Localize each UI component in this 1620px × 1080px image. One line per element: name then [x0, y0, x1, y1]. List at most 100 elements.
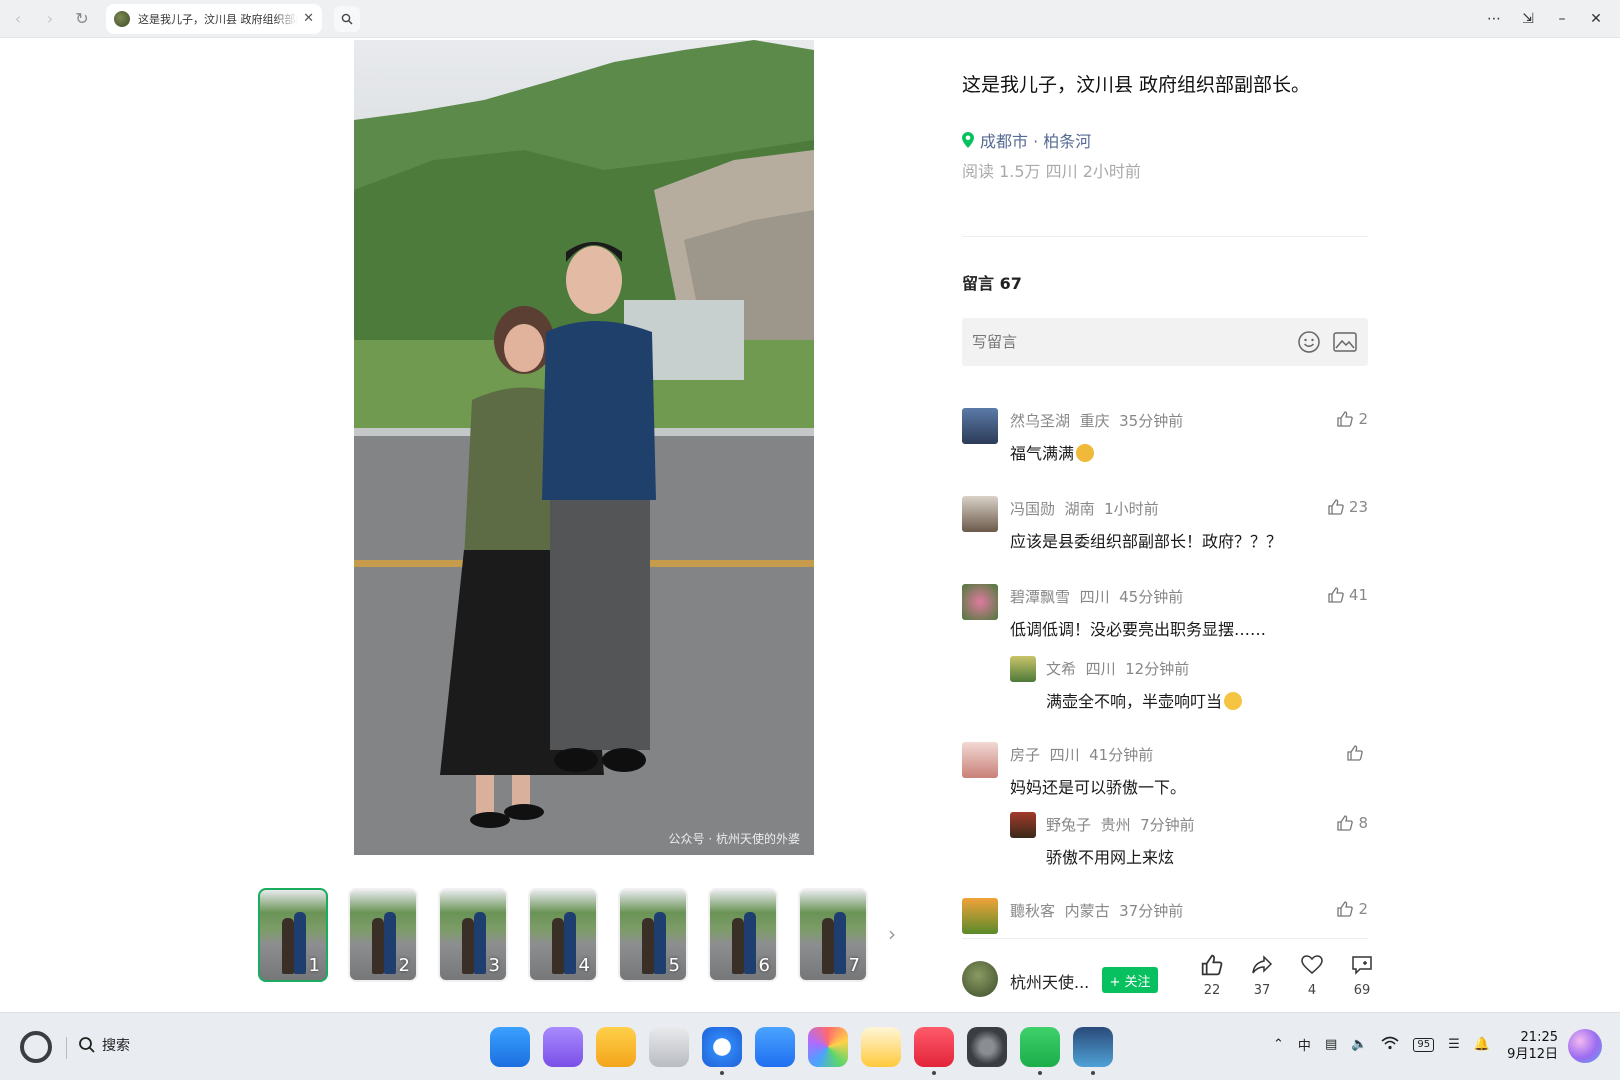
divider — [962, 236, 1368, 237]
multitask-icon[interactable] — [543, 1027, 583, 1067]
comment-text: 满壶全不响，半壶响叮当 — [1046, 688, 1243, 712]
browser-tab[interactable]: 这是我儿子，汶川县 政府组织部副部长。 ✕ — [106, 3, 322, 34]
recycle-bin-icon[interactable] — [649, 1027, 689, 1067]
post-title: 这是我儿子，汶川县 政府组织部副部长。 — [962, 74, 1311, 96]
browser-icon[interactable] — [702, 1027, 742, 1075]
app-launcher-icon[interactable] — [490, 1027, 530, 1067]
like-button[interactable] — [1346, 744, 1368, 762]
back-icon[interactable]: ‹ — [4, 5, 32, 33]
avatar[interactable] — [962, 408, 998, 444]
avatar[interactable] — [962, 496, 998, 532]
notes-icon[interactable] — [861, 1027, 901, 1067]
comment-reply: 文希 四川 12分钟前 满壶全不响，半壶响叮当 — [1010, 656, 1368, 736]
assistant-icon[interactable] — [1568, 1029, 1602, 1063]
like-article-button[interactable]: 22 — [1192, 953, 1232, 998]
volume-icon[interactable]: 🔈 — [1351, 1037, 1367, 1052]
photo-watermark: 公众号 · 杭州天使的外婆 — [668, 832, 800, 846]
praying-hands-emoji — [1076, 444, 1095, 462]
thumbnail[interactable]: 1 — [258, 888, 328, 982]
start-icon[interactable] — [20, 1031, 52, 1063]
comments-count: 留言 67 — [962, 274, 1022, 293]
emoji-icon[interactable] — [1296, 329, 1322, 355]
like-button[interactable]: 2 — [1336, 900, 1368, 918]
comment-reply: 野兔子 贵州 7分钟前 8 骄傲不用网上来炫 — [1010, 812, 1368, 892]
game-icon[interactable] — [1073, 1027, 1113, 1075]
author-avatar[interactable] — [962, 961, 998, 997]
forward-icon[interactable]: › — [36, 5, 64, 33]
comment-box[interactable] — [962, 318, 1368, 366]
thumbnail[interactable]: 3 — [438, 888, 508, 982]
ime-indicator[interactable]: 中 — [1298, 1035, 1311, 1054]
mail-icon[interactable] — [755, 1027, 795, 1067]
clock-date: 9月12日 — [1507, 1047, 1558, 1062]
thumb-up-icon — [1337, 815, 1354, 831]
wifi-icon[interactable] — [1381, 1036, 1399, 1054]
avatar[interactable] — [962, 898, 998, 934]
avatar[interactable] — [962, 584, 998, 620]
comment-text: 妈妈还是可以骄傲一下。 — [1010, 778, 1187, 797]
image-icon[interactable] — [1332, 329, 1358, 355]
thumbnail[interactable]: 7 — [798, 888, 868, 982]
thumb-up-icon — [1337, 411, 1354, 427]
clock[interactable]: 21:25 9月12日 — [1507, 1029, 1558, 1063]
close-window-icon[interactable]: ✕ — [1580, 4, 1612, 34]
taskbar-divider — [66, 1037, 67, 1059]
photo-scene — [354, 40, 814, 855]
thumbnail[interactable]: 4 — [528, 888, 598, 982]
favorite-button[interactable]: 4 — [1292, 953, 1332, 998]
thumbnail[interactable]: 6 — [708, 888, 778, 982]
comment-text: 低调低调！没必要亮出职务显摆…… — [1010, 620, 1267, 639]
like-button[interactable]: 41 — [1327, 586, 1368, 604]
browser-toolbar: ‹ › ↻ 这是我儿子，汶川县 政府组织部副部长。 ✕ ⋯ ⇲ – ✕ — [0, 0, 1620, 38]
tab-title: 这是我儿子，汶川县 政府组织部副部长。 — [138, 12, 298, 26]
avatar[interactable] — [962, 742, 998, 778]
tab-close-icon[interactable]: ✕ — [303, 11, 314, 26]
avatar[interactable] — [1010, 656, 1036, 682]
minimize-icon[interactable]: – — [1546, 4, 1578, 34]
commenter-name: 冯国勋 — [1010, 500, 1056, 518]
control-center-icon[interactable]: ☰ — [1448, 1037, 1460, 1052]
location-text: 成都市 · 柏条河 — [980, 132, 1092, 151]
comment-text: 骄傲不用网上来炫 — [1046, 848, 1175, 867]
notification-bell-icon[interactable]: 🔔 — [1474, 1037, 1490, 1052]
commenter-name: 然乌圣湖 — [1010, 412, 1071, 430]
battery-indicator[interactable]: 95 — [1413, 1037, 1435, 1052]
clipboard-icon[interactable]: ▤ — [1325, 1037, 1337, 1052]
comment-input[interactable] — [972, 333, 1286, 351]
location-link[interactable]: 成都市 · 柏条河 — [962, 128, 1091, 152]
main-photo[interactable]: 公众号 · 杭州天使的外婆 — [354, 40, 814, 855]
like-button[interactable]: 2 — [1336, 410, 1368, 428]
commenter-name: 房子 — [1010, 746, 1041, 764]
avatar[interactable] — [1010, 812, 1036, 838]
like-button[interactable]: 8 — [1336, 814, 1368, 832]
system-tray: ⌃ 中 ▤ 🔈 95 ☰ 🔔 — [1273, 1035, 1490, 1054]
thumbnail[interactable]: 5 — [618, 888, 688, 982]
taskbar-apps — [490, 1027, 1113, 1075]
commenter-name: 野兔子 — [1046, 816, 1092, 834]
chevron-up-icon[interactable]: ⌃ — [1273, 1037, 1284, 1052]
author-name[interactable]: 杭州天使... — [1010, 969, 1089, 993]
comment-button[interactable]: 69 — [1342, 953, 1382, 998]
search-icon[interactable] — [334, 5, 360, 32]
gallery-icon[interactable] — [808, 1027, 848, 1067]
comment-text: 应该是县委组织部副部长！政府？？？ — [1010, 532, 1283, 551]
comment-list: 然乌圣湖 重庆 35分钟前 2 福气满满 冯国勋 湖南 1小时前 23 应该是县… — [962, 408, 1368, 938]
share-button[interactable]: 37 — [1242, 953, 1282, 998]
restore-icon[interactable]: ⇲ — [1512, 4, 1544, 34]
taskbar-search[interactable]: 搜索 — [78, 1035, 130, 1055]
like-button[interactable]: 23 — [1327, 498, 1368, 516]
comment: 聽秋客 内蒙古 37分钟前 2 — [962, 898, 1368, 938]
taskbar-search-label: 搜索 — [102, 1038, 130, 1054]
thumbnail[interactable]: 2 — [348, 888, 418, 982]
chevron-right-icon[interactable]: › — [888, 922, 896, 946]
follow-button[interactable]: + 关注 — [1102, 967, 1158, 993]
wechat-icon[interactable] — [1020, 1027, 1060, 1075]
heart-icon — [1301, 955, 1323, 974]
comment: 然乌圣湖 重庆 35分钟前 2 福气满满 — [962, 408, 1368, 488]
thumb-up-icon — [1328, 587, 1344, 603]
app-gallery-icon[interactable] — [914, 1027, 954, 1075]
reload-icon[interactable]: ↻ — [68, 5, 96, 33]
file-manager-icon[interactable] — [596, 1027, 636, 1067]
more-icon[interactable]: ⋯ — [1478, 4, 1510, 34]
settings-icon[interactable] — [967, 1027, 1007, 1067]
